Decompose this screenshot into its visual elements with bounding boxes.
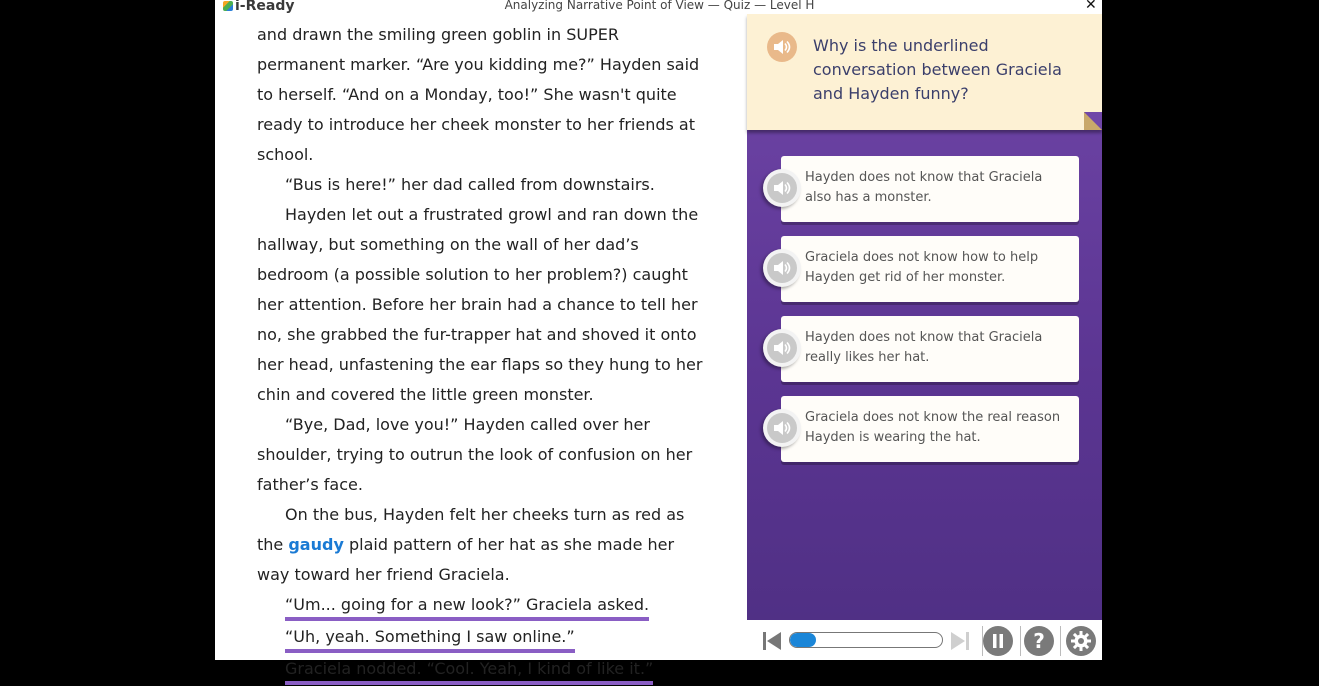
underlined-line: “Uh, yeah. Something I saw online.” xyxy=(285,624,575,653)
control-divider xyxy=(1060,626,1061,656)
passage-paragraph: “Bye, Dad, love you!” Hayden called over… xyxy=(257,415,693,494)
underlined-conversation: “Um... going for a new look?” Graciela a… xyxy=(257,590,705,686)
answer-option-2[interactable]: Graciela does not know how to help Hayde… xyxy=(781,236,1079,302)
control-divider xyxy=(1020,626,1021,656)
underlined-line: Graciela nodded. “Cool. Yeah, I kind of … xyxy=(285,656,654,685)
speaker-icon xyxy=(774,40,791,54)
answer-option-4[interactable]: Graciela does not know the real reason H… xyxy=(781,396,1079,462)
answer-option-3[interactable]: Hayden does not know that Graciela reall… xyxy=(781,316,1079,382)
answer-audio-button-1[interactable] xyxy=(763,169,801,207)
skip-back-icon[interactable] xyxy=(761,630,783,652)
answer-text: Graciela does not know the real reason H… xyxy=(805,410,1061,445)
card-corner-fold xyxy=(1084,112,1102,130)
help-icon: ? xyxy=(1033,629,1045,653)
window-title: Analyzing Narrative Point of View — Quiz… xyxy=(504,0,815,12)
settings-button[interactable] xyxy=(1066,626,1096,656)
answer-audio-button-4[interactable] xyxy=(763,409,801,447)
skip-forward-icon[interactable] xyxy=(949,630,971,652)
question-text: Why is the underlined conversation betwe… xyxy=(813,36,1062,103)
answer-audio-button-2[interactable] xyxy=(763,249,801,287)
underlined-line: “Um... going for a new look?” Graciela a… xyxy=(285,592,650,621)
progress-fill xyxy=(790,633,816,647)
speaker-icon xyxy=(774,261,791,275)
passage-paragraph: “Bus is here!” her dad called from downs… xyxy=(285,175,655,194)
player-controls: ? xyxy=(747,620,1102,660)
question-audio-button[interactable] xyxy=(767,32,797,62)
passage-paragraph: and drawn the smiling green goblin in SU… xyxy=(257,25,700,164)
answer-text: Graciela does not know how to help Hayde… xyxy=(805,250,1039,285)
passage-text[interactable]: and drawn the smiling green goblin in SU… xyxy=(257,20,705,686)
close-icon[interactable]: ✕ xyxy=(1085,0,1097,13)
quiz-panel: Why is the underlined conversation betwe… xyxy=(747,14,1102,620)
answer-option-1[interactable]: Hayden does not know that Graciela also … xyxy=(781,156,1079,222)
answer-audio-button-3[interactable] xyxy=(763,329,801,367)
answer-text: Hayden does not know that Graciela reall… xyxy=(805,330,1043,365)
progress-bar[interactable] xyxy=(789,632,943,648)
answer-text: Hayden does not know that Graciela also … xyxy=(805,170,1043,205)
speaker-icon xyxy=(774,181,791,195)
help-button[interactable]: ? xyxy=(1024,626,1054,656)
speaker-icon xyxy=(774,421,791,435)
question-card: Why is the underlined conversation betwe… xyxy=(747,14,1102,130)
pause-button[interactable] xyxy=(983,626,1013,656)
speaker-icon xyxy=(774,341,791,355)
reading-panel: and drawn the smiling green goblin in SU… xyxy=(215,0,747,685)
passage-paragraph: On the bus, Hayden felt her cheeks turn … xyxy=(257,500,705,590)
pause-icon xyxy=(993,634,1003,648)
passage-paragraph: Hayden let out a frustrated growl and ra… xyxy=(257,205,703,404)
vocabulary-word-link[interactable]: gaudy xyxy=(288,535,344,554)
settings-icon xyxy=(1071,631,1091,651)
